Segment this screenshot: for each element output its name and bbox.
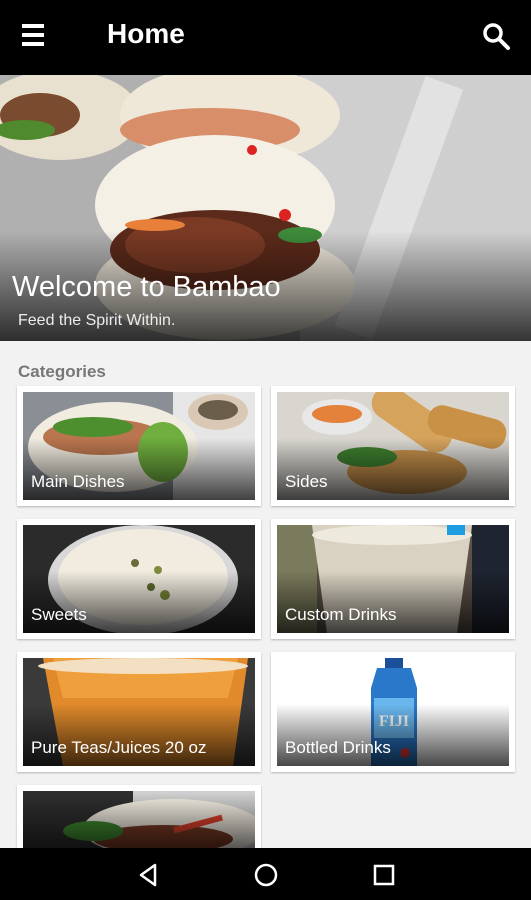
category-label: Main Dishes	[31, 472, 125, 491]
category-label: Custom Drinks	[285, 605, 397, 624]
category-label: Sweets	[31, 605, 87, 624]
svg-text:FIJI: FIJI	[379, 713, 409, 730]
category-label: Bottled Drinks	[285, 738, 391, 757]
category-card-pure-teas-juices[interactable]: Pure Teas/Juices 20 oz	[17, 652, 261, 772]
category-card-sweets[interactable]: Sweets	[17, 519, 261, 639]
home-icon[interactable]	[251, 860, 281, 890]
category-label: Pure Teas/Juices 20 oz	[31, 738, 207, 757]
menu-icon[interactable]	[22, 24, 56, 50]
category-card-partial[interactable]	[17, 785, 261, 855]
category-card-main-dishes[interactable]: Main Dishes	[17, 386, 261, 506]
recents-icon[interactable]	[369, 860, 399, 890]
hero-title: Welcome to Bambao	[12, 271, 281, 303]
app-screen: Home Welcome to Bambao Feed the Spirit W…	[0, 0, 531, 900]
page-title: Home	[107, 18, 185, 49]
category-image	[23, 791, 255, 855]
hero-subtitle: Feed the Spirit Within.	[18, 312, 176, 329]
hero-banner[interactable]: Welcome to Bambao Feed the Spirit Within…	[0, 75, 531, 341]
back-icon[interactable]	[133, 860, 163, 890]
system-nav-bar	[0, 848, 531, 900]
category-card-bottled-drinks[interactable]: FIJI Bottled Drinks	[271, 652, 515, 772]
category-card-sides[interactable]: Sides	[271, 386, 515, 506]
category-card-custom-drinks[interactable]: Custom Drinks	[271, 519, 515, 639]
categories-heading: Categories	[18, 362, 106, 381]
app-bar: Home	[0, 0, 531, 75]
category-label: Sides	[285, 472, 328, 491]
search-icon[interactable]	[480, 20, 514, 54]
